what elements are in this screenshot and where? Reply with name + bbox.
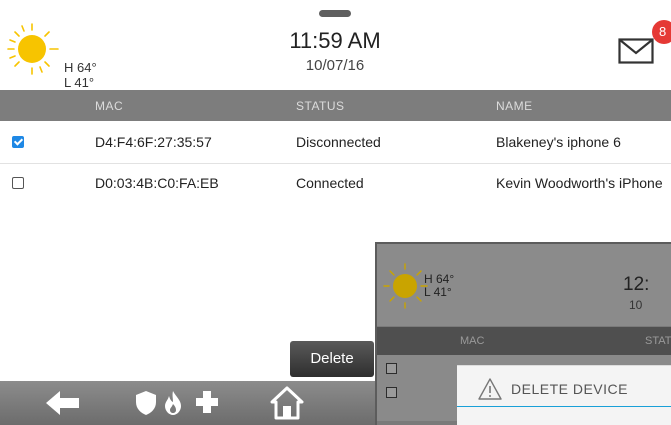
dialog-divider: [457, 406, 671, 407]
delete-device-dialog[interactable]: DELETE DEVICE: [457, 365, 671, 425]
column-header-mac: MAC: [95, 99, 124, 113]
status-header: H 64° L 41° 11:59 AM 10/07/16 8: [0, 0, 671, 90]
warning-icon: [478, 378, 502, 400]
row-checkbox[interactable]: [12, 136, 24, 148]
device-name: Blakeney's iphone 6: [496, 134, 621, 150]
current-time: 11:59 AM: [289, 28, 381, 53]
device-name: Kevin Woodworth's iPhone: [496, 175, 663, 191]
delete-button[interactable]: Delete: [290, 341, 374, 377]
device-status: Connected: [296, 175, 364, 191]
message-count-badge: 8: [652, 20, 671, 44]
fire-button[interactable]: [163, 390, 183, 421]
pull-down-handle[interactable]: [319, 10, 351, 17]
weather-widget[interactable]: H 64° L 41°: [2, 22, 112, 90]
back-button[interactable]: [46, 390, 80, 421]
preview-weather-low: L 41°: [424, 285, 452, 299]
security-button[interactable]: [135, 390, 157, 421]
column-header-name: NAME: [496, 99, 533, 113]
preview-column-mac: MAC: [460, 335, 485, 347]
weather-low: L 41°: [64, 75, 95, 90]
delete-confirm-preview[interactable]: H 64° L 41° 12: 10 MAC STAT DELETE DEVIC…: [375, 242, 671, 425]
preview-column-status: STAT: [645, 335, 671, 347]
table-row[interactable]: D4:F4:6F:27:35:57 Disconnected Blakeney'…: [0, 123, 671, 164]
shield-icon: [136, 391, 156, 415]
preview-checkbox: [386, 387, 397, 398]
device-table-header: MAC STATUS NAME: [0, 90, 671, 121]
table-row[interactable]: D0:03:4B:C0:FA:EB Connected Kevin Woodwo…: [0, 164, 671, 205]
current-date: 10/07/16: [305, 57, 365, 74]
messages-button[interactable]: [618, 38, 654, 69]
device-mac: D4:F4:6F:27:35:57: [95, 134, 212, 150]
fire-icon: [165, 391, 181, 415]
preview-weather-temps: H 64° L 41°: [424, 273, 454, 299]
app-screen: H 64° L 41° 11:59 AM 10/07/16 8 MAC STAT…: [0, 0, 671, 425]
medical-button[interactable]: [195, 390, 219, 419]
preview-table-header: MAC STAT: [377, 327, 671, 355]
preview-checkbox: [386, 363, 397, 374]
back-arrow-icon: [46, 391, 79, 415]
dialog-title: DELETE DEVICE: [511, 381, 628, 397]
home-icon: [270, 386, 304, 420]
preview-header: H 64° L 41° 12: 10: [377, 244, 671, 326]
home-button[interactable]: [270, 386, 304, 425]
row-checkbox[interactable]: [12, 177, 24, 189]
column-header-status: STATUS: [296, 99, 345, 113]
preview-time: 12:: [623, 274, 650, 295]
weather-high: H 64°: [64, 60, 97, 75]
envelope-icon: [618, 38, 654, 64]
preview-date: 10: [629, 298, 643, 312]
clock: 11:59 AM 10/07/16: [250, 28, 420, 76]
weather-temps: H 64° L 41°: [64, 60, 97, 90]
sun-icon: [7, 23, 59, 75]
device-mac: D0:03:4B:C0:FA:EB: [95, 175, 219, 191]
device-status: Disconnected: [296, 134, 381, 150]
medical-plus-icon: [196, 391, 218, 413]
